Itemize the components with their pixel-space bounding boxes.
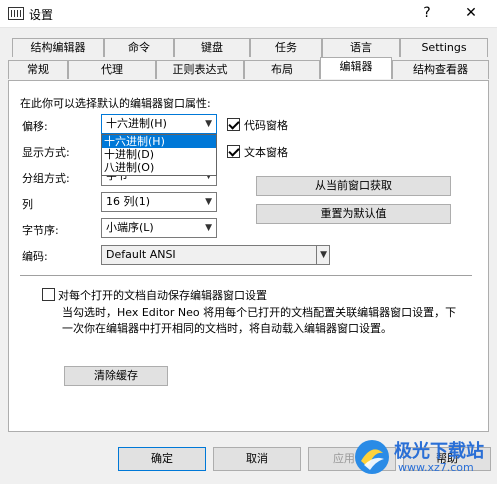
tab-settings[interactable]: Settings xyxy=(400,38,488,57)
offset-label: 偏移: xyxy=(22,120,48,133)
chevron-down-icon: ▼ xyxy=(205,223,212,233)
tab-language[interactable]: 语言 xyxy=(322,38,400,57)
dropdown-option-oct[interactable]: 八进制(O) xyxy=(102,161,216,174)
tab-struct-editor[interactable]: 结构编辑器 xyxy=(12,38,104,57)
byte-order-select[interactable]: 小端序(L) ▼ xyxy=(101,218,217,238)
tab-general[interactable]: 常规 xyxy=(8,60,68,79)
text-pane-label: 文本窗格 xyxy=(244,146,288,159)
autosave-description-line2: 一次你在编辑器中打开相同的文档时，将自动载入编辑器窗口设置。 xyxy=(62,322,392,335)
tab-editor[interactable]: 编辑器 xyxy=(320,57,392,79)
offset-dropdown-list: 十六进制(H) 十进制(D) 八进制(O) xyxy=(101,134,217,176)
intro-text: 在此你可以选择默认的编辑器窗口属性: xyxy=(20,97,211,110)
watermark-logo: 极光下载站 www.xz7.com xyxy=(352,435,492,481)
byte-order-label: 字节序: xyxy=(22,224,59,237)
watermark-brand: 极光下载站 xyxy=(394,441,484,462)
title-bar: 设置 ? ✕ xyxy=(0,0,497,28)
get-from-window-button[interactable]: 从当前窗口获取 xyxy=(256,176,451,196)
aurora-logo-icon xyxy=(355,440,389,474)
close-icon[interactable]: ✕ xyxy=(458,3,484,23)
reset-default-button[interactable]: 重置为默认值 xyxy=(256,204,451,224)
columns-value: 16 列(1) xyxy=(106,195,151,208)
encoding-select[interactable]: Default ANSI ▼ xyxy=(101,245,330,265)
tab-keyboard[interactable]: 键盘 xyxy=(174,38,250,57)
byte-order-value: 小端序(L) xyxy=(106,221,154,234)
tab-struct-viewer[interactable]: 结构查看器 xyxy=(392,60,489,79)
chevron-down-icon: ▼ xyxy=(316,246,327,264)
dropdown-option-dec[interactable]: 十进制(D) xyxy=(102,148,216,161)
tab-tasks[interactable]: 任务 xyxy=(250,38,322,57)
tab-commands[interactable]: 命令 xyxy=(104,38,174,57)
encoding-label: 编码: xyxy=(22,250,48,263)
divider xyxy=(20,275,472,276)
code-pane-label: 代码窗格 xyxy=(244,119,288,132)
window-title: 设置 xyxy=(29,8,54,22)
autosave-checkbox[interactable] xyxy=(42,288,55,301)
chevron-down-icon: ▼ xyxy=(205,197,212,207)
ok-button[interactable]: 确定 xyxy=(118,447,206,471)
tab-layout[interactable]: 布局 xyxy=(244,60,320,79)
code-pane-checkbox[interactable] xyxy=(227,118,240,131)
offset-value: 十六进制(H) xyxy=(106,117,167,130)
clear-cache-button[interactable]: 清除缓存 xyxy=(64,366,168,386)
chevron-down-icon: ▼ xyxy=(205,119,212,129)
offset-select[interactable]: 十六进制(H) ▼ xyxy=(101,114,217,134)
help-icon[interactable]: ? xyxy=(414,3,440,23)
watermark-url: www.xz7.com xyxy=(398,461,474,474)
text-pane-checkbox[interactable] xyxy=(227,145,240,158)
tab-proxy[interactable]: 代理 xyxy=(68,60,156,79)
app-icon xyxy=(8,7,24,20)
encoding-value: Default ANSI xyxy=(106,248,176,261)
cancel-button[interactable]: 取消 xyxy=(213,447,301,471)
columns-select[interactable]: 16 列(1) ▼ xyxy=(101,192,217,212)
autosave-description-line1: 当勾选时，Hex Editor Neo 将用每个已打开的文档配置关联编辑器窗口设… xyxy=(62,306,457,319)
autosave-label: 对每个打开的文档自动保存编辑器窗口设置 xyxy=(58,289,267,302)
dropdown-option-hex[interactable]: 十六进制(H) xyxy=(102,135,216,148)
columns-label: 列 xyxy=(22,198,33,211)
tab-regex[interactable]: 正则表达式 xyxy=(156,60,244,79)
display-label: 显示方式: xyxy=(22,146,70,159)
group-label: 分组方式: xyxy=(22,172,70,185)
